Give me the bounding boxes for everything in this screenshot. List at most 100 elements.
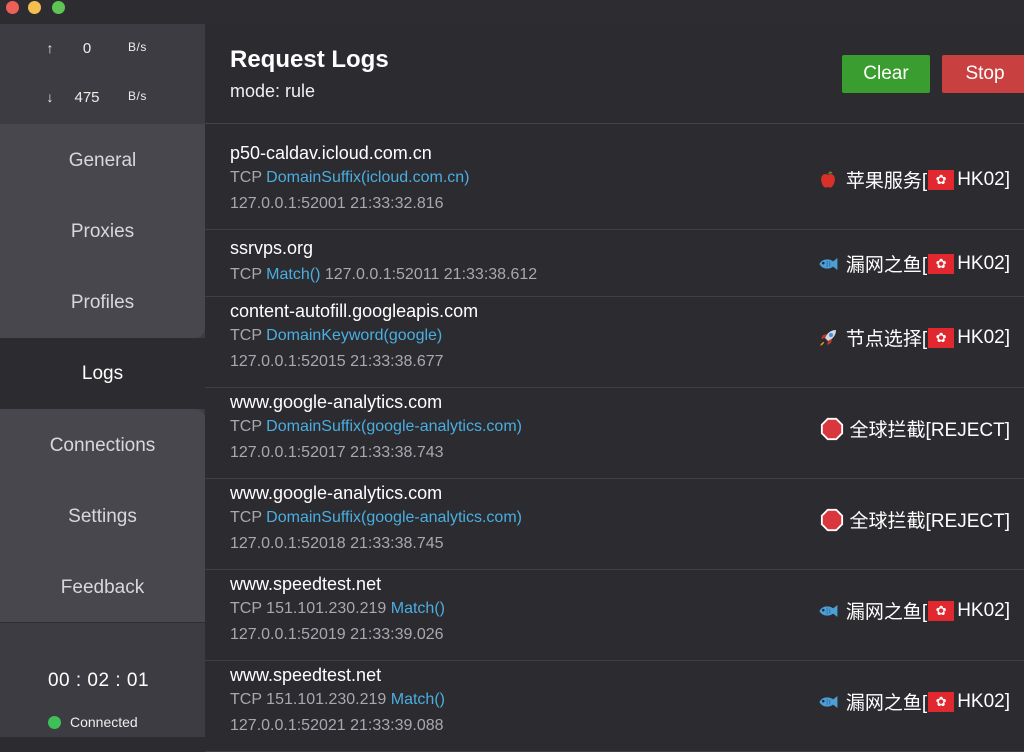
log-policy: 全球拦截[REJECT] — [820, 415, 1010, 442]
log-policy: 节点选择[✿ HK02] — [816, 324, 1010, 351]
main-panel: Request Logs mode: rule Clear Stop p50-c… — [205, 24, 1024, 752]
hk-flag-icon: ✿ — [928, 600, 955, 621]
log-protocol: TCP — [230, 418, 262, 435]
log-policy: 漏网之鱼[✿ HK02] — [816, 250, 1010, 277]
download-arrow-icon: ↓ — [46, 89, 54, 105]
logs-header: Request Logs mode: rule Clear Stop — [205, 24, 1024, 124]
minimize-window-button[interactable] — [28, 1, 41, 14]
log-rule: DomainSuffix(icloud.com.cn) — [266, 169, 470, 186]
sidebar-divider — [0, 622, 205, 623]
upload-speed: ↑ 0 B/s — [0, 40, 205, 60]
log-source-line: 127.0.0.1:52019 21:33:39.026 — [230, 626, 444, 644]
log-protocol: TCP — [230, 327, 262, 344]
log-source-line: 127.0.0.1:52018 21:33:38.745 — [230, 535, 444, 553]
log-host: www.google-analytics.com — [230, 392, 443, 412]
log-host: content-autofill.googleapis.com — [230, 301, 479, 321]
connection-status: Connected — [48, 713, 138, 731]
download-speed-value: 475 — [74, 89, 100, 106]
log-host: p50-caldav.icloud.com.cn — [230, 143, 432, 163]
stop-button[interactable]: Stop — [942, 55, 1024, 93]
mode-label: mode: rule — [230, 81, 316, 101]
log-source: 127.0.0.1:52015 21:33:38.677 — [230, 353, 444, 370]
nav-item-profiles[interactable]: Profiles — [0, 267, 205, 338]
log-row[interactable]: p50-caldav.icloud.com.cn TCP DomainSuffix… — [205, 139, 1024, 230]
log-remote-ip: 151.101.230.219 — [266, 600, 387, 617]
log-policy: 苹果服务[✿ HK02] — [816, 166, 1010, 193]
log-detail-line: TCP DomainSuffix(google-analytics.com) — [230, 418, 522, 436]
log-source: 127.0.0.1:52011 21:33:38.612 — [324, 266, 538, 283]
log-protocol: TCP — [230, 169, 262, 186]
traffic-speed-panel: ↑ 0 B/s ↓ 475 B/s — [0, 24, 205, 125]
log-row[interactable]: content-autofill.googleapis.com TCP Domai… — [205, 297, 1024, 388]
apple-icon — [816, 168, 840, 192]
log-source-line: 127.0.0.1:52001 21:33:32.816 — [230, 195, 444, 213]
log-protocol: TCP — [230, 691, 262, 708]
log-source-line: 127.0.0.1:52017 21:33:38.743 — [230, 444, 444, 462]
zoom-window-button[interactable] — [52, 1, 65, 14]
log-rule: DomainKeyword(google) — [266, 327, 443, 344]
title-bar — [0, 0, 1024, 24]
upload-speed-unit: B/s — [128, 40, 147, 54]
log-row[interactable]: www.speedtest.net TCP 151.101.230.219 Mat… — [205, 570, 1024, 661]
stop-sign-icon — [820, 417, 844, 441]
log-source: 127.0.0.1:52001 21:33:32.816 — [230, 195, 444, 212]
stop-sign-icon — [820, 508, 844, 532]
nav-item-feedback[interactable]: Feedback — [0, 552, 205, 623]
log-row[interactable]: www.google-analytics.com TCP DomainSuffix… — [205, 388, 1024, 479]
nav-item-general[interactable]: General — [0, 125, 205, 196]
fish-icon — [816, 599, 840, 623]
log-protocol: TCP — [230, 509, 262, 526]
log-policy: 全球拦截[REJECT] — [820, 506, 1010, 533]
nav-item-logs[interactable]: Logs — [0, 338, 205, 409]
log-policy-name: 全球拦截[REJECT] — [849, 420, 1010, 441]
log-host: ssrvps.org — [230, 238, 314, 258]
log-row[interactable]: ssrvps.org TCP Match() 127.0.0.1:52011 21… — [205, 230, 1024, 297]
log-source: 127.0.0.1:52021 21:33:39.088 — [230, 717, 444, 734]
log-policy-name: 苹果服务[ — [845, 171, 928, 192]
status-label: Connected — [70, 714, 138, 730]
hk-flag-icon: ✿ — [928, 691, 955, 712]
log-policy-node: HK02] — [957, 252, 1010, 274]
log-host: www.google-analytics.com — [230, 483, 443, 503]
nav-item-connections[interactable]: Connections — [0, 410, 205, 481]
nav-item-settings[interactable]: Settings — [0, 481, 205, 552]
log-policy-name: 漏网之鱼[ — [845, 693, 928, 714]
log-source: 127.0.0.1:52018 21:33:38.745 — [230, 535, 444, 552]
upload-speed-value: 0 — [82, 40, 92, 57]
log-protocol: TCP — [230, 266, 262, 283]
log-policy: 漏网之鱼[✿ HK02] — [816, 597, 1010, 624]
download-speed: ↓ 475 B/s — [0, 89, 205, 109]
log-detail-line: TCP DomainSuffix(google-analytics.com) — [230, 509, 522, 527]
log-source-line: 127.0.0.1:52021 21:33:39.088 — [230, 717, 444, 735]
log-detail-line: TCP Match() 127.0.0.1:52011 21:33:38.612 — [230, 266, 537, 284]
log-rule: Match() — [266, 266, 321, 283]
log-row[interactable]: www.google-analytics.com TCP DomainSuffix… — [205, 479, 1024, 570]
sidebar: ↑ 0 B/s ↓ 475 B/s General Proxies Profil… — [0, 24, 205, 737]
clear-button[interactable]: Clear — [842, 55, 930, 93]
log-rule: DomainSuffix(google-analytics.com) — [266, 509, 522, 526]
log-rule: Match() — [390, 691, 445, 708]
log-host: www.speedtest.net — [230, 665, 382, 685]
log-row[interactable]: www.speedtest.net TCP 151.101.230.219 Mat… — [205, 661, 1024, 752]
log-policy-node: HK02] — [957, 168, 1010, 190]
log-policy-name: 节点选择[ — [845, 329, 928, 350]
log-policy-name: 漏网之鱼[ — [845, 602, 928, 623]
request-log-list[interactable]: p50-caldav.icloud.com.cn TCP DomainSuffix… — [205, 139, 1024, 752]
fish-icon — [816, 690, 840, 714]
log-source-line: 127.0.0.1:52015 21:33:38.677 — [230, 353, 444, 371]
log-policy-node: HK02] — [957, 326, 1010, 348]
close-window-button[interactable] — [6, 1, 19, 14]
nav-item-proxies[interactable]: Proxies — [0, 196, 205, 267]
hk-flag-icon: ✿ — [928, 169, 955, 190]
log-policy-node: HK02] — [957, 690, 1010, 712]
log-policy-node: HK02] — [957, 599, 1010, 621]
fish-icon — [816, 252, 840, 276]
hk-flag-icon: ✿ — [928, 253, 955, 274]
log-detail-line: TCP DomainKeyword(google) — [230, 327, 442, 345]
log-detail-line: TCP 151.101.230.219 Match() — [230, 600, 445, 618]
log-rule: Match() — [390, 600, 445, 617]
log-source: 127.0.0.1:52017 21:33:38.743 — [230, 444, 444, 461]
status-dot-icon — [48, 715, 61, 729]
log-detail-line: TCP DomainSuffix(icloud.com.cn) — [230, 169, 470, 187]
log-host: www.speedtest.net — [230, 574, 382, 594]
